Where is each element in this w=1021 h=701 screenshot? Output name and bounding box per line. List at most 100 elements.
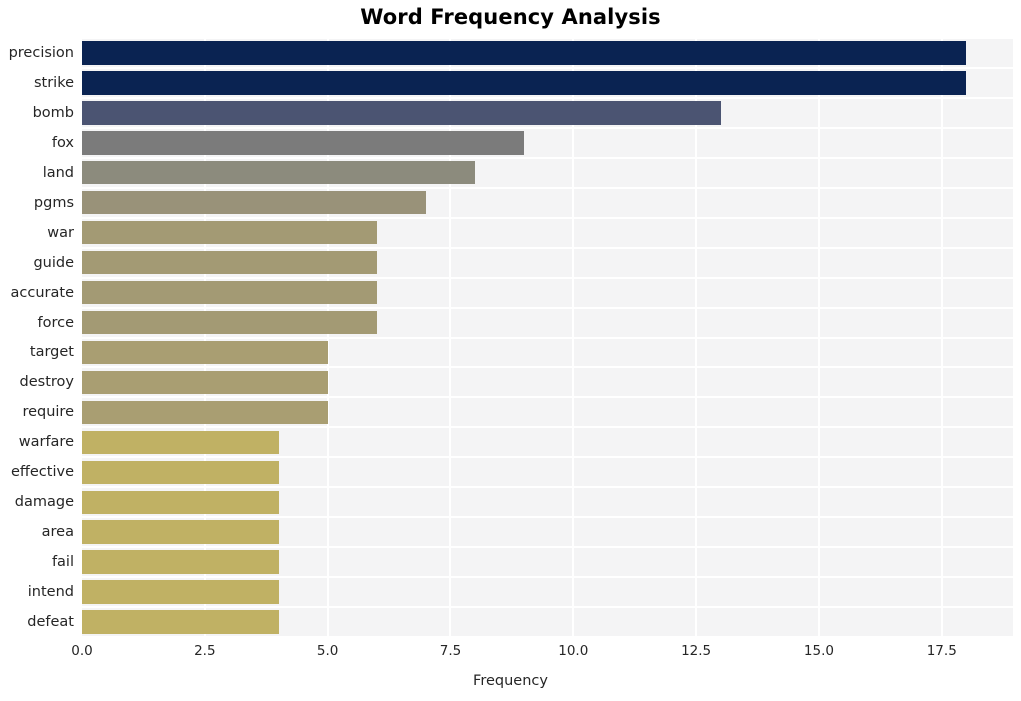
- bar-fail[interactable]: [82, 550, 279, 574]
- bar-bomb[interactable]: [82, 101, 721, 125]
- grid-line-horizontal: [82, 426, 1013, 429]
- y-tick-label-guide: guide: [33, 254, 74, 271]
- bar-row: [82, 490, 1013, 514]
- y-tick-label-destroy: destroy: [19, 374, 74, 391]
- y-tick-label-damage: damage: [14, 494, 74, 511]
- bar-target[interactable]: [82, 340, 328, 365]
- bar-accurate[interactable]: [82, 280, 377, 305]
- y-tick-label-area: area: [41, 524, 74, 541]
- bar-land[interactable]: [82, 161, 476, 185]
- grid-line-horizontal: [82, 276, 1013, 279]
- bar-precision[interactable]: [82, 41, 967, 65]
- grid-line-vertical: [572, 38, 575, 637]
- grid-line-horizontal: [82, 606, 1013, 609]
- bar-guide[interactable]: [82, 250, 377, 275]
- grid-line-horizontal: [82, 186, 1013, 189]
- y-tick-label-war: war: [47, 224, 74, 241]
- bar-area[interactable]: [82, 520, 279, 544]
- chart-title: Word Frequency Analysis: [360, 5, 661, 29]
- bar-row: [82, 430, 1013, 454]
- grid-line-horizontal: [82, 396, 1013, 399]
- plot-area: [82, 37, 1013, 638]
- bar-row: [82, 460, 1013, 484]
- bar-row: [82, 71, 1013, 95]
- y-tick-label-effective: effective: [10, 464, 74, 481]
- bar-row: [82, 520, 1013, 544]
- grid-line-vertical: [203, 38, 206, 637]
- bar-row: [82, 101, 1013, 125]
- grid-line-horizontal: [82, 456, 1013, 459]
- y-tick-label-require: require: [22, 404, 74, 421]
- grid-line-horizontal: [82, 576, 1013, 579]
- bar-row: [82, 580, 1013, 604]
- bar-row: [82, 340, 1013, 365]
- x-tick-label-5.0: 5.0: [316, 643, 339, 659]
- bar-row: [82, 280, 1013, 305]
- x-tick-label-10.0: 10.0: [558, 643, 589, 659]
- bar-row: [82, 191, 1013, 215]
- grid-line-horizontal: [82, 216, 1013, 219]
- y-tick-label-fox: fox: [51, 134, 74, 151]
- y-tick-label-warfare: warfare: [18, 434, 74, 451]
- grid-line-vertical: [940, 38, 943, 637]
- chart-figure: Word Frequency Analysis precision strike b…: [0, 0, 1021, 701]
- y-tick-label-precision: precision: [8, 44, 74, 61]
- bar-row: [82, 550, 1013, 574]
- y-tick-label-target: target: [29, 344, 74, 361]
- grid-line-horizontal: [82, 336, 1013, 339]
- y-tick-label-bomb: bomb: [32, 104, 74, 121]
- grid-line-horizontal: [82, 516, 1013, 519]
- grid-line-vertical: [326, 38, 329, 637]
- bar-intend[interactable]: [82, 580, 279, 604]
- bar-row: [82, 220, 1013, 245]
- grid-line-horizontal: [82, 306, 1013, 309]
- bar-war[interactable]: [82, 220, 377, 245]
- y-tick-label-land: land: [42, 164, 74, 181]
- y-tick-label-accurate: accurate: [10, 284, 74, 301]
- bar-warfare[interactable]: [82, 430, 279, 454]
- grid-line-horizontal: [82, 37, 1013, 39]
- bar-require[interactable]: [82, 400, 328, 425]
- bar-fox[interactable]: [82, 131, 525, 155]
- bar-row: [82, 610, 1013, 634]
- bar-row: [82, 310, 1013, 335]
- bar-pgms[interactable]: [82, 191, 426, 215]
- bar-defeat[interactable]: [82, 610, 279, 634]
- bar-row: [82, 250, 1013, 275]
- grid-line-horizontal: [82, 546, 1013, 549]
- x-tick-label-2.5: 2.5: [194, 643, 216, 659]
- y-tick-label-intend: intend: [27, 584, 74, 601]
- grid-line-vertical: [695, 38, 698, 637]
- grid-line-horizontal: [82, 66, 1013, 69]
- bar-damage[interactable]: [82, 490, 279, 514]
- bar-strike[interactable]: [82, 71, 967, 95]
- grid-line-horizontal: [82, 126, 1013, 129]
- bar-row: [82, 400, 1013, 425]
- y-tick-label-pgms: pgms: [33, 194, 74, 211]
- x-axis-label: Frequency: [473, 673, 548, 689]
- bar-row: [82, 131, 1013, 155]
- grid-line-horizontal: [82, 246, 1013, 249]
- bar-row: [82, 41, 1013, 65]
- grid-line-horizontal: [82, 636, 1013, 638]
- grid-line-horizontal: [82, 366, 1013, 369]
- y-tick-label-fail: fail: [51, 554, 74, 571]
- grid-line-horizontal: [82, 96, 1013, 99]
- bar-force[interactable]: [82, 310, 377, 335]
- bar-row: [82, 161, 1013, 185]
- x-tick-label-7.5: 7.5: [439, 643, 462, 659]
- y-tick-label-defeat: defeat: [27, 614, 74, 631]
- bar-effective[interactable]: [82, 460, 279, 484]
- grid-line-horizontal: [82, 486, 1013, 489]
- y-tick-label-force: force: [37, 314, 74, 331]
- grid-line-horizontal: [82, 156, 1013, 159]
- grid-line-vertical: [817, 38, 820, 637]
- x-tick-label-17.5: 17.5: [926, 643, 957, 659]
- x-tick-label-12.5: 12.5: [681, 643, 712, 659]
- x-tick-label-15.0: 15.0: [803, 643, 834, 659]
- bar-row: [82, 370, 1013, 395]
- x-tick-label-0.0: 0.0: [71, 643, 93, 659]
- bar-destroy[interactable]: [82, 370, 328, 395]
- y-tick-label-strike: strike: [33, 74, 74, 91]
- grid-line-vertical: [449, 38, 452, 637]
